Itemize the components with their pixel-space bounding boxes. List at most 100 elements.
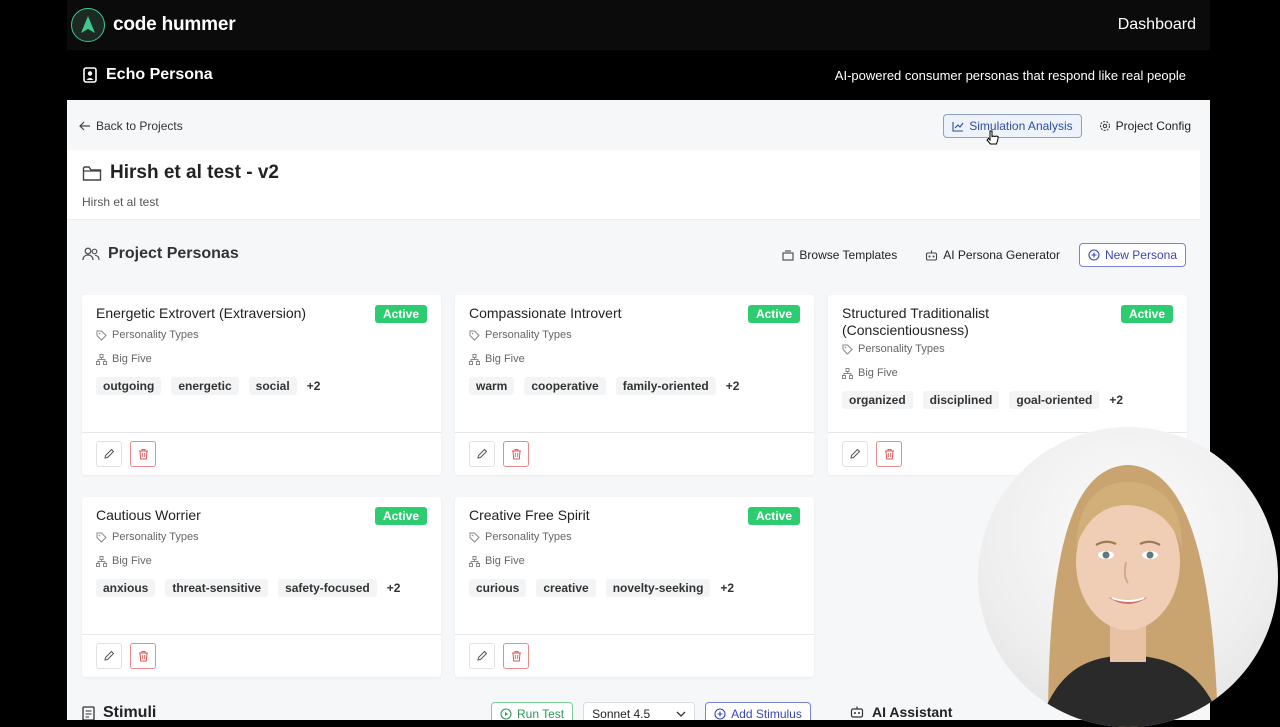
tag-icon: [96, 532, 107, 543]
delete-button[interactable]: [503, 441, 529, 467]
robot-icon: [926, 250, 938, 261]
trait-tag: threat-sensitive: [165, 579, 269, 597]
template-icon: [782, 249, 794, 261]
delete-button[interactable]: [876, 441, 902, 467]
project-config-button[interactable]: Project Config: [1090, 114, 1200, 138]
edit-button[interactable]: [842, 441, 868, 467]
stimuli-section-title: Stimuli: [82, 704, 156, 720]
trait-tag: novelty-seeking: [605, 579, 711, 597]
browse-templates-button[interactable]: Browse Templates: [773, 243, 906, 267]
trait-tag: safety-focused: [278, 579, 377, 597]
add-stimulus-button[interactable]: Add Stimulus: [705, 702, 811, 720]
more-tags-count: +2: [306, 379, 321, 393]
app-bar: Echo Persona AI-powered consumer persona…: [67, 50, 1210, 100]
document-icon: [82, 705, 95, 720]
presenter-portrait-icon: [1038, 465, 1223, 727]
persona-framework: Big Five: [842, 367, 898, 379]
persona-tags: outgoing energetic social +2: [96, 377, 320, 395]
delete-button[interactable]: [130, 441, 156, 467]
persona-category: Personality Types: [469, 329, 572, 341]
hierarchy-icon: [842, 367, 853, 379]
trait-tag: creative: [536, 579, 596, 597]
trait-tag: energetic: [171, 377, 239, 395]
robot-icon: [850, 706, 864, 718]
project-config-label: Project Config: [1115, 119, 1191, 133]
new-persona-button[interactable]: New Persona: [1078, 243, 1186, 267]
folder-icon: [82, 165, 102, 181]
persona-category: Personality Types: [96, 531, 199, 543]
users-icon: [82, 247, 100, 261]
app-tagline: AI-powered consumer personas that respon…: [834, 67, 1186, 83]
ai-persona-generator-label: AI Persona Generator: [943, 248, 1060, 262]
persona-tags: organized disciplined goal-oriented +2: [842, 391, 1123, 409]
status-badge: Active: [1120, 305, 1173, 323]
persona-card[interactable]: Compassionate Introvert Active Personali…: [455, 295, 814, 475]
persona-badge-icon: [83, 67, 97, 83]
persona-name: Cautious Worrier: [96, 507, 201, 523]
back-label: Back to Projects: [96, 119, 183, 133]
arrow-left-icon: [79, 121, 90, 131]
brand[interactable]: code hummer: [71, 8, 236, 42]
chevron-down-icon: [676, 711, 686, 717]
pencil-icon: [104, 448, 115, 459]
run-test-button[interactable]: Run Test: [491, 702, 574, 720]
persona-name: Structured Traditionalist (Conscientious…: [842, 305, 990, 338]
chart-line-icon: [952, 121, 964, 132]
trash-icon: [884, 449, 894, 460]
status-badge: Active: [374, 305, 427, 323]
hierarchy-icon: [469, 353, 480, 365]
brand-name: code hummer: [113, 14, 236, 35]
app-title: Echo Persona: [83, 66, 213, 84]
persona-card[interactable]: Cautious Worrier Active Personality Type…: [82, 497, 441, 677]
trait-tag: outgoing: [96, 377, 162, 395]
persona-name: Energetic Extrovert (Extraversion): [96, 305, 307, 321]
tag-icon: [842, 344, 853, 355]
dashboard-link[interactable]: Dashboard: [1118, 16, 1196, 34]
new-persona-label: New Persona: [1104, 248, 1177, 262]
tag-icon: [469, 532, 480, 543]
trait-tag: warm: [469, 377, 515, 395]
trait-tag: disciplined: [922, 391, 1000, 409]
personas-section-label: Project Personas: [108, 245, 239, 262]
delete-button[interactable]: [130, 643, 156, 669]
hierarchy-icon: [469, 555, 480, 567]
hierarchy-icon: [96, 555, 107, 567]
ai-assistant-title: AI Assistant: [850, 704, 952, 720]
simulation-analysis-button[interactable]: Simulation Analysis: [943, 114, 1082, 138]
persona-tags: curious creative novelty-seeking +2: [469, 579, 734, 597]
project-header-card: Hirsh et al test - v2 Hirsh et al test: [67, 150, 1200, 220]
trait-tag: organized: [842, 391, 913, 409]
persona-category: Personality Types: [842, 343, 945, 355]
back-to-projects-link[interactable]: Back to Projects: [75, 115, 187, 137]
project-title: Hirsh et al test - v2: [82, 162, 279, 184]
delete-button[interactable]: [503, 643, 529, 669]
persona-category: Personality Types: [469, 531, 572, 543]
edit-button[interactable]: [469, 441, 495, 467]
pencil-icon: [477, 650, 488, 661]
presenter-video-avatar: [978, 427, 1278, 727]
persona-tags: warm cooperative family-oriented +2: [469, 377, 739, 395]
status-badge: Active: [374, 507, 427, 525]
model-select[interactable]: Sonnet 4.5: [583, 702, 696, 720]
plus-circle-icon: [714, 708, 726, 720]
edit-button[interactable]: [469, 643, 495, 669]
pencil-icon: [104, 650, 115, 661]
brand-logo-icon: [71, 8, 105, 42]
trash-icon: [511, 651, 521, 662]
more-tags-count: +2: [1109, 393, 1124, 407]
persona-card[interactable]: Creative Free Spirit Active Personality …: [455, 497, 814, 677]
ai-persona-generator-button[interactable]: AI Persona Generator: [916, 243, 1069, 267]
mouse-pointer-icon: [986, 130, 999, 145]
tag-icon: [469, 330, 480, 341]
app-title-text: Echo Persona: [106, 66, 213, 83]
personas-section-title: Project Personas: [82, 245, 239, 263]
hierarchy-icon: [96, 353, 107, 365]
persona-card[interactable]: Energetic Extrovert (Extraversion) Activ…: [82, 295, 441, 475]
ai-assistant-label: AI Assistant: [872, 704, 953, 720]
persona-framework: Big Five: [96, 555, 152, 567]
trait-tag: social: [248, 377, 297, 395]
simulation-analysis-label: Simulation Analysis: [969, 119, 1073, 133]
edit-button[interactable]: [96, 441, 122, 467]
trait-tag: curious: [469, 579, 527, 597]
edit-button[interactable]: [96, 643, 122, 669]
